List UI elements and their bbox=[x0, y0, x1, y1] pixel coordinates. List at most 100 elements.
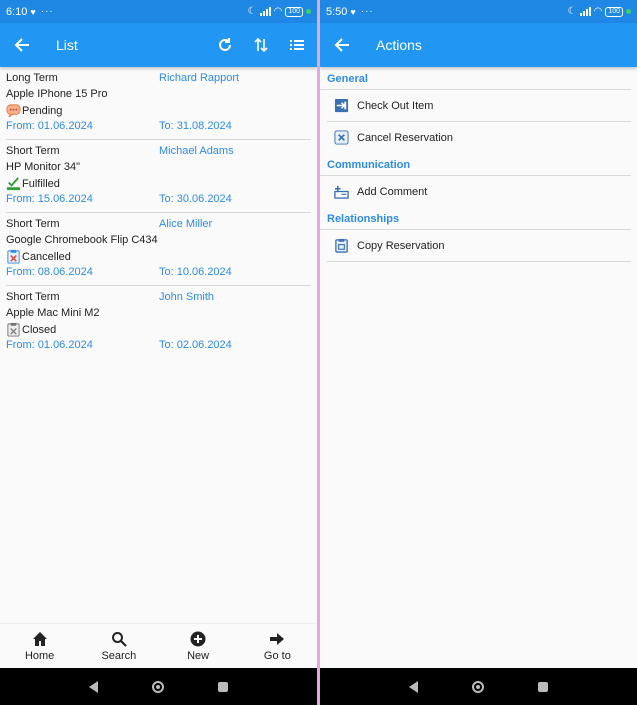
to-date: To: 02.06.2024 bbox=[159, 339, 232, 351]
contact-name: Alice Miller bbox=[159, 218, 213, 230]
status-time: 5:50 bbox=[326, 5, 348, 18]
actions-list: General Check Out Item Cancel Reservatio… bbox=[320, 67, 637, 262]
page-title: Actions bbox=[376, 37, 422, 53]
device-name: Apple Mac Mini M2 bbox=[6, 307, 100, 319]
wifi-icon: ◠ bbox=[593, 6, 603, 17]
action-label: Add Comment bbox=[357, 185, 428, 198]
system-recents-icon[interactable] bbox=[538, 681, 548, 692]
from-date: From: 01.06.2024 bbox=[6, 120, 93, 132]
moon-icon: ☾ bbox=[247, 6, 257, 17]
from-date: From: 15.06.2024 bbox=[6, 193, 93, 205]
system-navigation bbox=[0, 668, 317, 705]
list-item[interactable]: Short Term John Smith Apple Mac Mini M2 … bbox=[6, 286, 311, 358]
check-out-item-action[interactable]: Check Out Item bbox=[327, 90, 631, 122]
device-name: Google Chromebook Flip C434 bbox=[6, 234, 158, 246]
status-label: Closed bbox=[22, 323, 57, 336]
reservation-type: Long Term bbox=[6, 72, 58, 84]
status-row: Closed bbox=[6, 322, 56, 337]
pending-chat-icon bbox=[6, 104, 21, 118]
list-view-icon[interactable] bbox=[287, 35, 307, 55]
list-screen: 6:10 ♥ ··· ☾ ◠ 100 List Long Term Richar… bbox=[0, 0, 317, 705]
page-title: List bbox=[56, 37, 78, 53]
moon-icon: ☾ bbox=[567, 6, 577, 17]
system-navigation bbox=[320, 668, 637, 705]
bottom-navigation: Home Search New Go to bbox=[0, 623, 317, 668]
notification-icon: ♥ bbox=[350, 6, 356, 17]
search-icon bbox=[111, 631, 127, 647]
actions-screen: 5:50 ♥ ··· ☾ ◠ 100 Actions General Check… bbox=[320, 0, 637, 705]
reservation-list: Long Term Richard Rapport Apple IPhone 1… bbox=[0, 67, 317, 358]
status-label: Pending bbox=[22, 104, 63, 117]
section-header-general: General bbox=[320, 67, 631, 90]
contact-name: John Smith bbox=[159, 291, 215, 303]
reservation-type: Short Term bbox=[6, 145, 60, 157]
wifi-icon: ◠ bbox=[273, 6, 283, 17]
copy-reservation-action[interactable]: Copy Reservation bbox=[327, 230, 631, 262]
privacy-dot-icon bbox=[306, 9, 311, 14]
sort-icon[interactable] bbox=[251, 35, 271, 55]
privacy-dot-icon bbox=[626, 9, 631, 14]
cancelled-clipboard-icon bbox=[7, 249, 20, 264]
system-home-icon[interactable] bbox=[472, 680, 484, 693]
section-header-relationships: Relationships bbox=[320, 207, 631, 230]
battery-icon: 100 bbox=[605, 6, 623, 17]
status-bar: 6:10 ♥ ··· ☾ ◠ 100 bbox=[0, 0, 317, 23]
contact-name: Richard Rapport bbox=[159, 72, 240, 84]
nav-goto-button[interactable]: Go to bbox=[238, 624, 317, 668]
cancel-reservation-icon bbox=[334, 130, 349, 145]
system-back-icon[interactable] bbox=[409, 680, 418, 693]
list-item[interactable]: Short Term Michael Adams HP Monitor 34" … bbox=[6, 140, 311, 213]
app-bar: List bbox=[0, 23, 317, 67]
closed-clipboard-icon bbox=[7, 322, 20, 337]
status-row: Pending bbox=[6, 103, 62, 118]
add-comment-icon bbox=[334, 185, 349, 199]
system-home-icon[interactable] bbox=[152, 680, 164, 693]
battery-icon: 100 bbox=[285, 6, 303, 17]
from-date: From: 08.06.2024 bbox=[6, 266, 93, 278]
check-out-icon bbox=[334, 98, 349, 113]
status-label: Cancelled bbox=[22, 250, 71, 263]
fulfilled-check-icon bbox=[6, 177, 21, 191]
status-icons: ☾ ◠ 100 bbox=[248, 0, 311, 23]
back-arrow-icon[interactable] bbox=[331, 34, 353, 56]
to-date: To: 10.06.2024 bbox=[159, 266, 232, 278]
signal-icon bbox=[259, 7, 271, 16]
status-icons: ☾ ◠ 100 bbox=[568, 0, 631, 23]
status-row: Fulfilled bbox=[6, 176, 60, 191]
to-date: To: 30.06.2024 bbox=[159, 193, 232, 205]
copy-reservation-icon bbox=[335, 238, 348, 253]
app-bar: Actions bbox=[320, 23, 637, 67]
list-item[interactable]: Long Term Richard Rapport Apple IPhone 1… bbox=[6, 67, 311, 140]
status-time: 6:10 bbox=[6, 5, 28, 18]
nav-label: Home bbox=[24, 649, 55, 662]
action-label: Copy Reservation bbox=[357, 239, 445, 252]
nav-label: New bbox=[187, 649, 210, 662]
nav-home-button[interactable]: Home bbox=[0, 624, 79, 668]
more-notifications-icon: ··· bbox=[40, 6, 54, 17]
to-date: To: 31.08.2024 bbox=[159, 120, 232, 132]
device-name: Apple IPhone 15 Pro bbox=[6, 88, 108, 100]
back-arrow-icon[interactable] bbox=[11, 34, 33, 56]
section-header-communication: Communication bbox=[320, 153, 631, 176]
add-circle-icon bbox=[190, 631, 206, 646]
home-icon bbox=[32, 631, 47, 646]
more-notifications-icon: ··· bbox=[360, 6, 374, 17]
refresh-icon[interactable] bbox=[215, 35, 235, 55]
reservation-type: Short Term bbox=[6, 291, 60, 303]
system-recents-icon[interactable] bbox=[218, 681, 228, 692]
device-name: HP Monitor 34" bbox=[6, 161, 81, 173]
from-date: From: 01.06.2024 bbox=[6, 339, 93, 351]
reservation-type: Short Term bbox=[6, 218, 60, 230]
signal-icon bbox=[579, 7, 591, 16]
cancel-reservation-action[interactable]: Cancel Reservation bbox=[327, 122, 631, 153]
system-back-icon[interactable] bbox=[89, 680, 98, 693]
list-item[interactable]: Short Term Alice Miller Google Chromeboo… bbox=[6, 213, 311, 286]
nav-new-button[interactable]: New bbox=[159, 624, 238, 668]
status-label: Fulfilled bbox=[22, 177, 60, 190]
contact-name: Michael Adams bbox=[159, 145, 234, 157]
nav-search-button[interactable]: Search bbox=[79, 624, 158, 668]
nav-label: Go to bbox=[263, 649, 291, 662]
nav-label: Search bbox=[101, 649, 137, 662]
arrow-right-icon bbox=[270, 632, 285, 645]
add-comment-action[interactable]: Add Comment bbox=[327, 176, 631, 207]
